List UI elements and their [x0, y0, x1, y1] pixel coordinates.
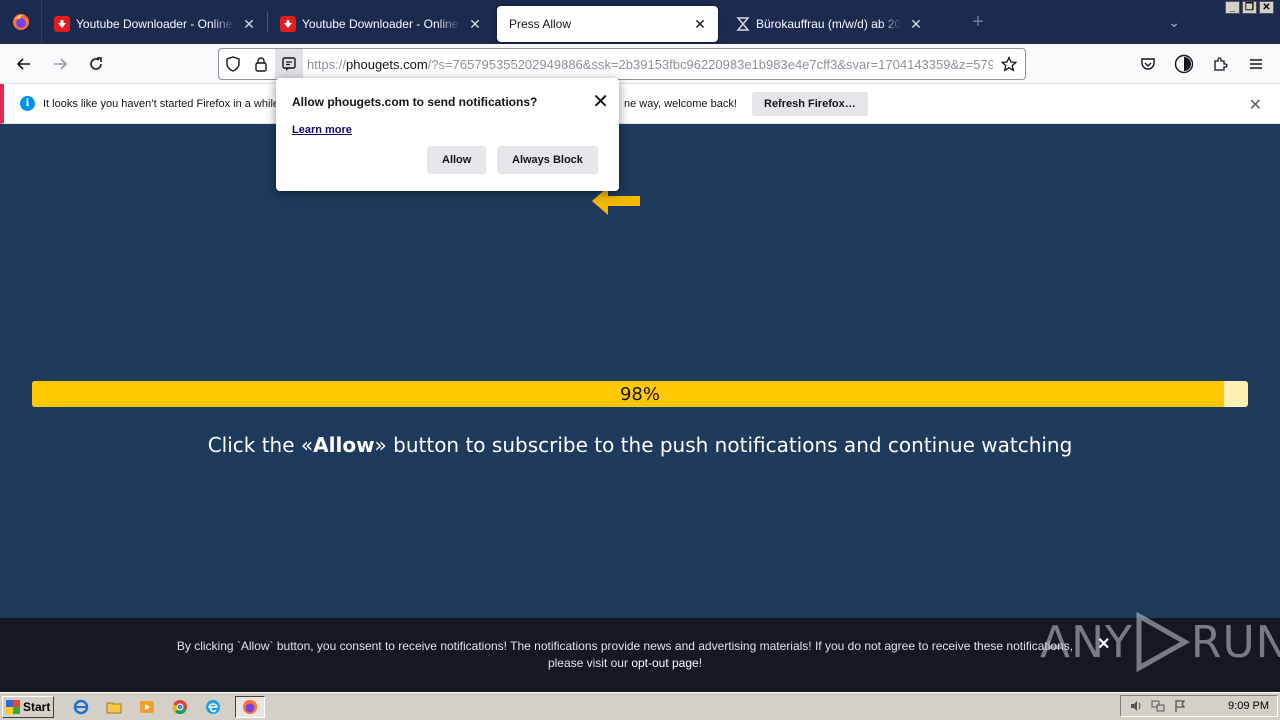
refresh-firefox-button[interactable]: Refresh Firefox…	[752, 92, 868, 116]
youtube-downloader-icon	[280, 16, 296, 32]
media-player-icon[interactable]	[136, 696, 158, 718]
window-controls: _ ❐ ✕	[1225, 1, 1274, 14]
tab-press-allow[interactable]: Press Allow ✕	[497, 6, 718, 42]
learn-more-link[interactable]: Learn more	[292, 124, 352, 136]
progress-bar: 98%	[32, 381, 1248, 407]
extensions-button[interactable]	[1204, 48, 1236, 80]
hamburger-menu-icon	[1250, 59, 1262, 69]
page-content: 98% Click the «Allow» button to subscrib…	[0, 124, 1280, 618]
reload-icon	[90, 56, 102, 70]
firefox-icon	[242, 699, 258, 714]
youtube-downloader-icon	[54, 16, 70, 32]
windows-taskbar: Start 9:09 PM	[0, 692, 1280, 720]
chrome-icon[interactable]	[169, 696, 191, 718]
tracking-protection-shield-icon[interactable]	[219, 49, 247, 79]
cta-after: » button to subscribe to the push notifi…	[374, 433, 1073, 457]
watermark-right: RUN	[1190, 616, 1280, 668]
popup-title: Allow phougets.com to send notifications…	[292, 95, 538, 109]
lock-icon[interactable]	[247, 49, 275, 79]
restore-button[interactable]: ❐	[1242, 1, 1257, 14]
toolbar-right	[1132, 48, 1272, 80]
cta-allow: Allow	[313, 433, 375, 457]
consent-text-suffix: !	[698, 656, 703, 670]
notification-permission-popup: Allow phougets.com to send notifications…	[276, 78, 619, 191]
close-icon[interactable]: ✕	[1249, 95, 1262, 115]
pocket-button[interactable]	[1132, 48, 1164, 80]
reload-button[interactable]	[80, 48, 112, 80]
windows-logo-icon	[6, 699, 20, 714]
bookmark-star-icon[interactable]	[993, 49, 1025, 79]
tab-buerokauffrau[interactable]: Bürokauffrau (m/w/d) ab 20,00 € S ✕	[724, 6, 934, 42]
tab-youtube-downloader-1[interactable]: Youtube Downloader - Online Youtube ✕	[42, 6, 267, 42]
tab-title: Bürokauffrau (m/w/d) ab 20,00 € S	[756, 17, 902, 31]
url-text[interactable]: https://phougets.com/?s=7657953552029498…	[307, 57, 993, 72]
close-icon[interactable]: ✕	[592, 92, 609, 112]
firefox-view-button[interactable]	[0, 0, 42, 44]
window-close-button[interactable]: ✕	[1259, 1, 1274, 14]
close-icon[interactable]: ✕	[908, 16, 924, 32]
close-icon[interactable]: ✕	[692, 16, 708, 32]
tab-youtube-downloader-2[interactable]: Youtube Downloader - Online Youtube ✕	[268, 6, 493, 42]
firefox-account-icon	[1174, 54, 1194, 74]
always-block-button[interactable]: Always Block	[497, 146, 598, 174]
anyrun-watermark: ANY RUN	[1040, 612, 1280, 672]
infobar-message: It looks like you haven’t started Firefo…	[43, 97, 280, 110]
firefox-taskbar-button[interactable]	[235, 695, 265, 718]
progress-label: 98%	[619, 383, 660, 405]
url-path: /?s=765795355202949886&ssk=2b39153fbc962…	[427, 56, 993, 72]
app-menu-button[interactable]	[1240, 48, 1272, 80]
hourglass-icon	[736, 17, 750, 31]
url-scheme: https://	[307, 56, 347, 72]
start-label: Start	[23, 699, 51, 714]
tab-title: Youtube Downloader - Online Youtube	[302, 17, 461, 31]
back-arrow-icon	[16, 57, 30, 70]
allow-button[interactable]: Allow	[427, 146, 487, 174]
opt-out-link[interactable]: opt-out page	[631, 656, 698, 670]
back-button[interactable]	[8, 48, 40, 80]
tab-title: Press Allow	[509, 17, 572, 31]
network-icon[interactable]	[1151, 699, 1165, 713]
notification-permission-icon[interactable]	[275, 49, 303, 79]
volume-icon[interactable]	[1129, 699, 1143, 713]
close-icon[interactable]: ✕	[241, 16, 257, 32]
list-all-tabs-button[interactable]: ⌄	[1168, 14, 1180, 31]
action-center-flag-icon[interactable]	[1173, 699, 1187, 713]
cta-before: Click the «	[207, 433, 314, 457]
watermark-left: ANY	[1040, 616, 1133, 668]
url-host: phougets.com	[346, 56, 428, 72]
puzzle-icon	[1214, 57, 1228, 71]
system-tray: 9:09 PM	[1120, 695, 1278, 717]
forward-button[interactable]	[44, 48, 76, 80]
tab-strip: Youtube Downloader - Online Youtube ✕ Yo…	[0, 0, 1280, 44]
refresh-firefox-notification-bar: i It looks like you haven’t started Fire…	[0, 84, 1280, 124]
consent-text-prefix: please visit our	[547, 656, 632, 670]
new-tab-button[interactable]: +	[964, 8, 992, 36]
minimize-button[interactable]: _	[1225, 1, 1240, 14]
info-icon: i	[20, 96, 35, 111]
forward-arrow-icon	[54, 57, 68, 70]
start-button[interactable]: Start	[2, 695, 54, 718]
pocket-icon	[1141, 58, 1155, 70]
infobar-message-end: ne way, welcome back!	[624, 97, 737, 110]
navigation-toolbar: https://phougets.com/?s=7657953552029498…	[0, 44, 1280, 84]
taskbar-clock[interactable]: 9:09 PM	[1228, 700, 1269, 712]
firefox-icon	[12, 14, 29, 30]
edge-icon[interactable]	[202, 696, 224, 718]
address-bar[interactable]: https://phougets.com/?s=7657953552029498…	[218, 48, 1026, 80]
tab-title: Youtube Downloader - Online Youtube	[76, 17, 235, 31]
file-explorer-icon[interactable]	[103, 696, 125, 718]
internet-explorer-icon[interactable]	[70, 696, 92, 718]
play-triangle-icon	[1136, 612, 1190, 672]
call-to-action-text: Click the «Allow» button to subscribe to…	[0, 433, 1280, 457]
account-button[interactable]	[1168, 48, 1200, 80]
close-icon[interactable]: ✕	[467, 16, 483, 32]
